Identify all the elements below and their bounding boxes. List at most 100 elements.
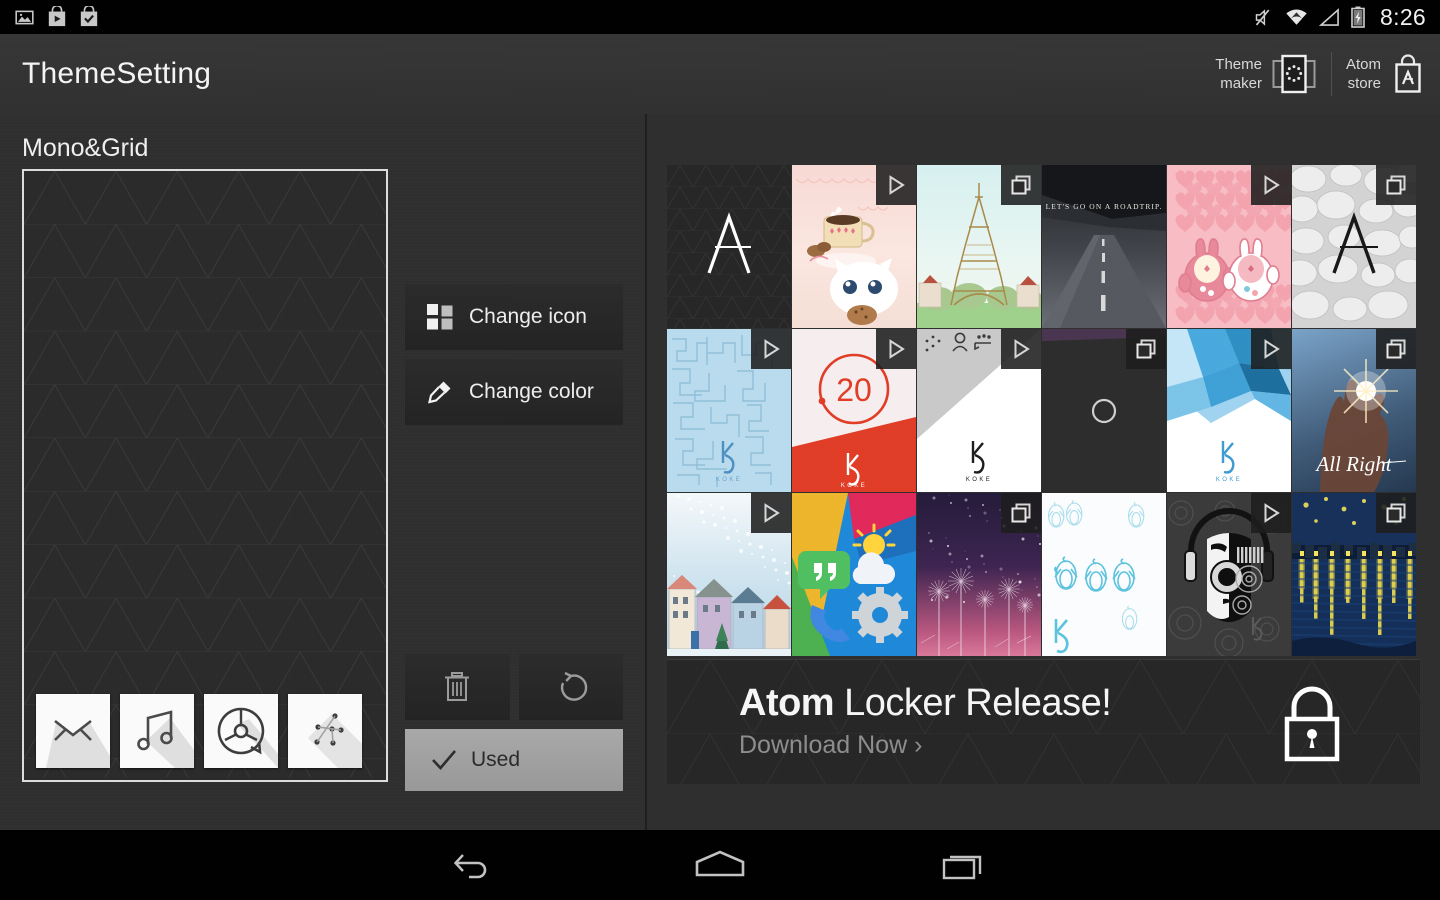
play-store-download-icon: [47, 6, 67, 28]
change-icon-label: Change icon: [469, 305, 587, 329]
used-button[interactable]: Used: [405, 729, 623, 791]
svg-text:KOKE: KOKE: [716, 477, 742, 483]
theme-tile-koke-mono[interactable]: KOKE: [917, 329, 1041, 492]
play-badge-icon[interactable]: [876, 165, 916, 205]
image-icon: [14, 7, 35, 28]
network-dots-icon[interactable]: [288, 694, 362, 768]
theme-tile-pink-bunnies[interactable]: [1167, 165, 1291, 328]
play-store-check-icon: [79, 6, 99, 28]
play-badge-icon[interactable]: [751, 329, 791, 369]
battery-charging-icon: [1351, 6, 1365, 28]
banner-text: Atom Locker Release! Download Now ›: [739, 682, 1111, 760]
theme-tool-actions: Used: [405, 654, 623, 791]
recents-icon: [940, 848, 990, 882]
theme-tile-koke-twenty[interactable]: 20 KOKE: [792, 329, 916, 492]
svg-text:KOKE: KOKE: [966, 477, 992, 483]
theme-tile-all-right[interactable]: All Right: [1292, 329, 1416, 492]
screen: 8:26 ThemeSetting Theme maker: [0, 0, 1440, 900]
back-icon: [452, 848, 498, 882]
trash-icon: [442, 671, 472, 703]
tool-row: [405, 654, 623, 720]
svg-text:LET'S GO ON A ROADTRIP.: LET'S GO ON A ROADTRIP.: [1046, 202, 1163, 211]
copy-badge-icon[interactable]: [1001, 493, 1041, 533]
theme-thumbnail-koke-penguin: [1042, 493, 1166, 656]
disc-chat-icon[interactable]: [204, 694, 278, 768]
theme-tile-steampunk-face[interactable]: [1167, 493, 1291, 656]
play-badge-icon[interactable]: [876, 329, 916, 369]
home-button[interactable]: [640, 830, 800, 900]
eyedropper-icon: [427, 379, 453, 405]
play-badge-icon[interactable]: [1001, 329, 1041, 369]
theme-maker-icon: [1271, 53, 1317, 95]
copy-badge-icon[interactable]: [1376, 493, 1416, 533]
theme-tile-color-icons[interactable]: [792, 493, 916, 656]
change-icon-button[interactable]: Change icon: [405, 284, 623, 350]
right-panel: LET'S GO ON A ROADTRIP.: [647, 114, 1440, 830]
banner-subtitle: Download Now ›: [739, 731, 1111, 760]
status-bar-system-icons: 8:26: [1253, 4, 1440, 31]
copy-badge-icon[interactable]: [1126, 329, 1166, 369]
copy-badge-icon[interactable]: [1376, 165, 1416, 205]
theme-thumbnail-mono-grid: [667, 165, 791, 328]
copy-badge-icon[interactable]: [1376, 329, 1416, 369]
back-button[interactable]: [395, 830, 555, 900]
recents-button[interactable]: [885, 830, 1045, 900]
home-icon: [692, 848, 748, 882]
atom-locker-banner[interactable]: Atom Locker Release! Download Now ›: [667, 659, 1420, 784]
triangle-grid-pattern: [24, 171, 386, 777]
current-theme-name: Mono&Grid: [22, 134, 148, 163]
undo-icon: [554, 671, 588, 703]
theme-maker-button[interactable]: Theme maker: [1201, 34, 1331, 114]
left-panel: Mono&Grid: [0, 114, 645, 830]
theme-thumbnail-color-icons: [792, 493, 916, 656]
play-badge-icon[interactable]: [751, 493, 791, 533]
theme-tile-starry-rhone[interactable]: [1292, 493, 1416, 656]
atom-store-button[interactable]: Atom store: [1332, 34, 1440, 114]
theme-edit-actions: Change icon Change color: [405, 284, 623, 434]
theme-tile-koke-maze[interactable]: KOKE: [667, 329, 791, 492]
page-title: ThemeSetting: [0, 57, 211, 91]
atom-store-label: Atom store: [1346, 55, 1381, 93]
preview-icon-row: [36, 694, 362, 768]
wifi-icon: [1285, 8, 1308, 27]
theme-tile-koke-penguin[interactable]: [1042, 493, 1166, 656]
theme-tile-roadtrip[interactable]: LET'S GO ON A ROADTRIP.: [1042, 165, 1166, 328]
mute-icon: [1253, 7, 1274, 28]
action-bar-buttons: Theme maker At: [1201, 34, 1440, 114]
music-note-icon[interactable]: [120, 694, 194, 768]
action-bar: ThemeSetting Theme maker: [0, 34, 1440, 114]
banner-title-bold: Atom: [739, 682, 834, 724]
grid-squares-icon: [427, 304, 453, 330]
play-badge-icon[interactable]: [1251, 493, 1291, 533]
check-icon: [431, 749, 457, 771]
change-color-button[interactable]: Change color: [405, 359, 623, 425]
shopping-bag-icon: [1390, 53, 1426, 95]
copy-badge-icon[interactable]: [1001, 165, 1041, 205]
theme-tile-dandelion-night[interactable]: [917, 493, 1041, 656]
delete-theme-button[interactable]: [405, 654, 510, 720]
theme-thumbnail-roadtrip: LET'S GO ON A ROADTRIP.: [1042, 165, 1166, 328]
theme-maker-label: Theme maker: [1215, 55, 1262, 93]
play-badge-icon[interactable]: [1251, 165, 1291, 205]
theme-tile-dark-circle[interactable]: [1042, 329, 1166, 492]
theme-preview[interactable]: [22, 169, 388, 782]
theme-tile-cat-coffee[interactable]: [792, 165, 916, 328]
padlock-icon: [1276, 686, 1348, 762]
theme-tile-koke-polygon[interactable]: KOKE: [1167, 329, 1291, 492]
reset-theme-button[interactable]: [519, 654, 624, 720]
status-bar-notifications: [0, 6, 99, 28]
signal-icon: [1319, 8, 1340, 27]
navigation-bar: [0, 830, 1440, 900]
theme-tile-white-stones[interactable]: [1292, 165, 1416, 328]
svg-text:20: 20: [836, 372, 872, 408]
theme-tile-eiffel-paris[interactable]: [917, 165, 1041, 328]
svg-text:KOKE: KOKE: [841, 483, 867, 489]
svg-text:All Right: All Right: [1314, 452, 1392, 476]
theme-tile-snow-village[interactable]: [667, 493, 791, 656]
banner-title-rest: Locker Release!: [834, 682, 1111, 724]
theme-tile-mono-grid[interactable]: [667, 165, 791, 328]
used-label: Used: [471, 748, 520, 772]
status-bar-clock: 8:26: [1376, 4, 1426, 31]
play-badge-icon[interactable]: [1251, 329, 1291, 369]
mail-icon[interactable]: [36, 694, 110, 768]
